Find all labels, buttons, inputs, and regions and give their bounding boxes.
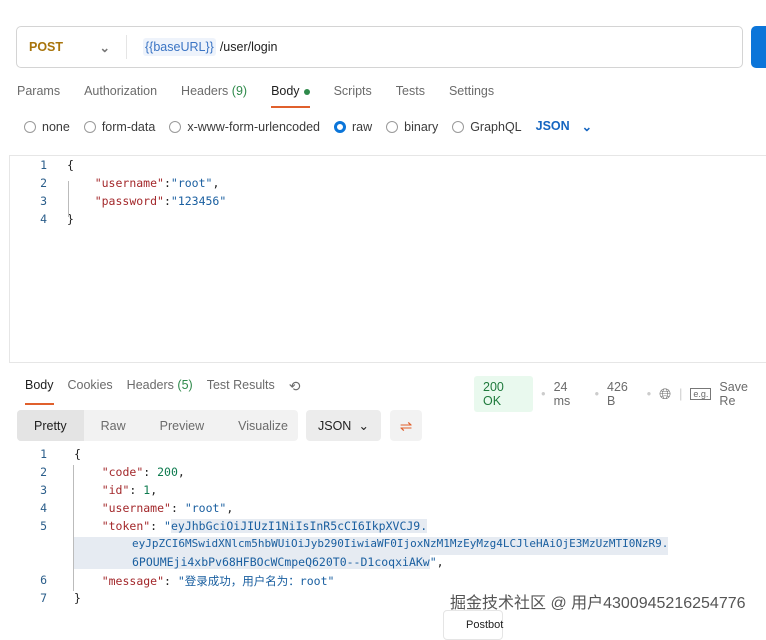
json-key: "username" [101,501,171,515]
json-value: "登录成功，用户名为：root" [177,574,335,588]
tab-label: Body [271,84,300,98]
radio-label: GraphQL [470,119,522,134]
wrap-lines-icon[interactable]: ⇌ [390,410,422,441]
tab-scripts[interactable]: Scripts [334,84,372,108]
radio-circle [83,120,96,133]
code-text: } [67,212,74,226]
line-number: 1 [40,447,47,461]
code-text: { [67,158,74,172]
status-badge: 200 OK [474,376,534,412]
radio-graphql[interactable]: GraphQL [452,119,522,134]
json-value-cont: eyJpZCI6MSwidXNlcm5hbWUiOiJyb290IiwiaWF0… [132,537,669,550]
line-number: 3 [40,483,47,497]
line-number: 2 [40,176,47,190]
response-size: 426 B [607,380,628,408]
radio-none[interactable]: none [24,120,70,134]
tab-authorization[interactable]: Authorization [84,84,157,108]
chevron-down-icon: ⌄ [581,120,593,134]
tab-response-headers[interactable]: Headers (5) [127,378,193,405]
json-key: "username" [94,176,164,190]
radio-circle [24,120,36,133]
json-value: 1 [143,483,151,497]
radio-urlencoded[interactable]: x-www-form-urlencoded [169,120,320,134]
response-format-select[interactable]: JSON ⌄ [306,410,381,441]
radio-label: raw [352,119,373,134]
send-button[interactable] [751,26,766,68]
line-number: 3 [40,194,47,208]
method-select[interactable]: POST ⌄ [17,35,127,59]
view-mode-segmented: Pretty Raw Preview Visualize [17,410,298,441]
chevron-down-icon: ⌄ [358,419,369,433]
radio-circle [452,120,465,133]
line-number: 4 [40,212,47,226]
json-key: "token" [101,519,151,533]
json-key: "id" [101,483,130,497]
json-value: "root" [184,501,227,515]
view-visualize[interactable]: Visualize [221,410,305,441]
radio-label: none [42,119,70,134]
json-value: eyJhbGciOiJIUzI1NiIsInR5cCI6IkpXVCJ9. [170,519,428,533]
postbot-button[interactable]: Postbot [443,610,503,640]
request-tabs: Params Authorization Headers (9) Body Sc… [17,84,518,108]
line-number: 6 [40,573,47,587]
chevron-down-icon: ⌄ [99,40,110,55]
modified-dot-icon [303,88,310,95]
tab-tests[interactable]: Tests [396,84,425,108]
json-key: "password" [94,194,164,208]
method-label: POST [29,40,64,54]
line-number: 4 [40,501,47,515]
url-variable: {{baseURL}} [143,38,216,56]
json-value: "root" [170,176,213,190]
tab-cookies[interactable]: Cookies [68,378,113,405]
tab-label: Headers [181,84,229,98]
json-value: 200 [157,465,178,479]
radio-label: x-www-form-urlencoded [187,119,320,134]
line-number: 7 [40,591,47,605]
json-value: "123456" [170,194,227,208]
radio-label: form-data [101,119,156,134]
save-response-button[interactable]: Save Re [719,380,766,408]
body-format-select[interactable]: JSON ⌄ [536,119,593,134]
headers-count: (9) [231,84,248,98]
radio-form-data[interactable]: form-data [83,119,156,134]
json-key: "message" [101,574,165,588]
line-number: 5 [40,519,47,533]
url-input[interactable]: {{baseURL}}/user/login [127,38,278,56]
url-bar: POST ⌄ {{baseURL}}/user/login [16,26,743,68]
tab-body[interactable]: Body [271,84,310,108]
history-icon[interactable]: ⟲ [289,378,301,405]
globe-icon[interactable]: 🌐︎ [659,386,671,403]
line-number: 2 [40,465,47,479]
response-status: 200 OK • 24 ms • 426 B • 🌐︎ | e.g. Save Re [474,376,766,412]
line-number: 1 [40,158,47,172]
radio-circle [386,120,399,133]
radio-label: binary [404,119,439,134]
headers-count: (5) [177,378,193,392]
request-body-editor[interactable]: 1{ 2 "username":"root", 3 "password":"12… [9,155,766,363]
view-preview[interactable]: Preview [143,410,221,441]
json-value-cont: 6POUMEji4xbPv68HFBOcWCmpeQ620T0--D1coqxi… [132,555,430,569]
tab-settings[interactable]: Settings [449,84,494,108]
format-label: JSON [318,418,352,433]
response-body-viewer[interactable]: 1{ 2 "code": 200, 3 "id": 1, 4 "username… [10,447,766,609]
tab-headers[interactable]: Headers (9) [181,84,247,108]
json-key: "code" [101,465,144,479]
save-example-icon: e.g. [690,388,712,400]
view-pretty[interactable]: Pretty [17,410,84,441]
radio-circle-selected [334,120,346,133]
response-time: 24 ms [553,380,571,408]
tab-label: Headers [126,378,174,392]
tab-params[interactable]: Params [17,84,60,108]
response-tabs: Body Cookies Headers (5) Test Results ⟲ [25,378,325,405]
tab-test-results[interactable]: Test Results [207,378,275,405]
body-type-radios: none form-data x-www-form-urlencoded raw… [24,119,592,134]
tab-response-body[interactable]: Body [25,378,54,405]
url-path: /user/login [219,40,278,54]
view-raw[interactable]: Raw [84,410,143,441]
watermark: 掘金技术社区 @ 用户4300945216254776 [450,595,746,612]
radio-binary[interactable]: binary [386,120,438,134]
format-label: JSON [535,119,570,133]
radio-circle [169,120,182,133]
radio-raw[interactable]: raw [334,120,372,134]
